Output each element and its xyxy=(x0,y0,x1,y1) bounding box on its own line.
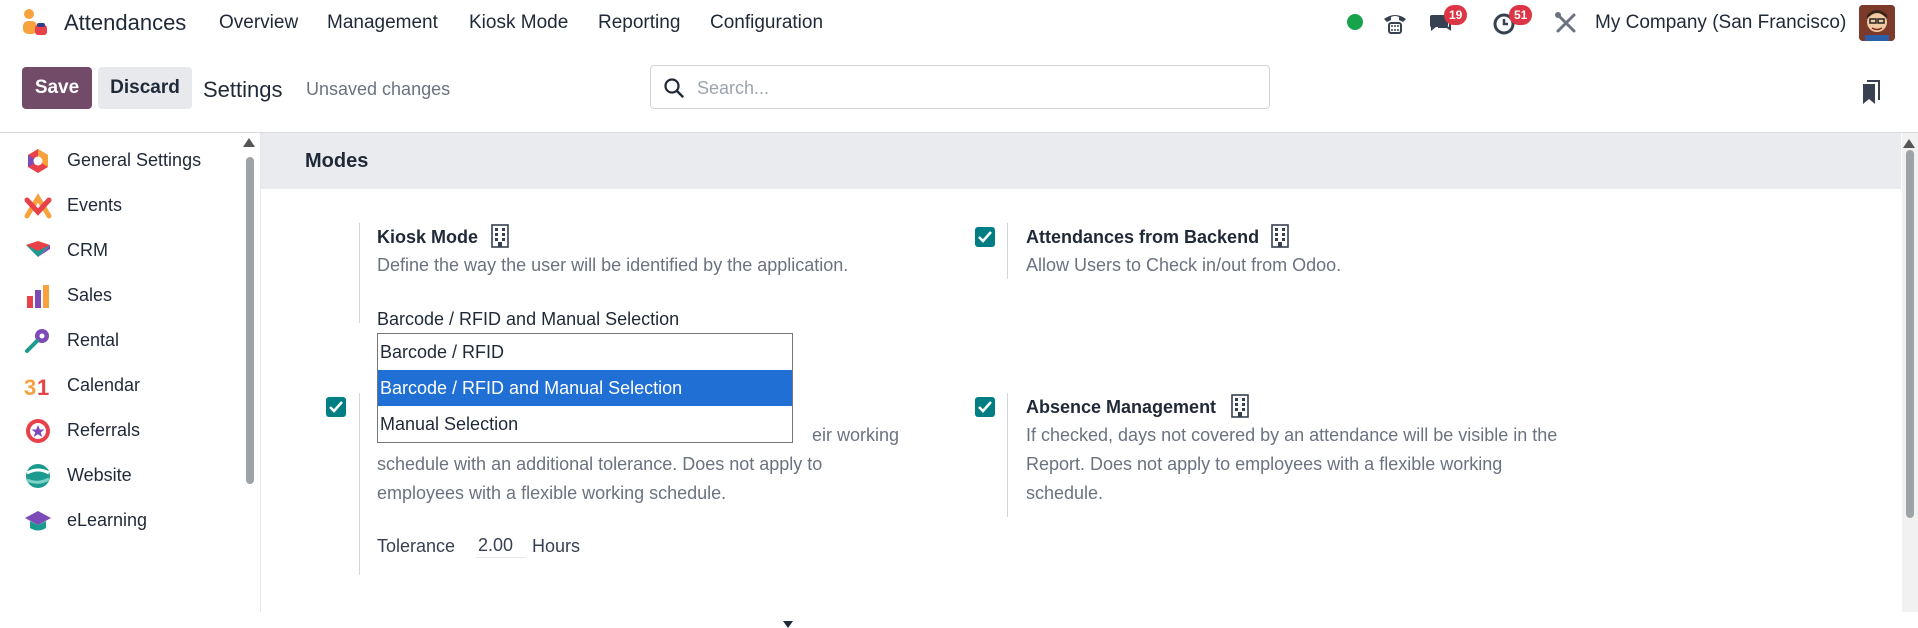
sidebar-item-label: Events xyxy=(67,195,123,215)
sidebar-item-label: Rental xyxy=(67,330,120,350)
menu-overview[interactable]: Overview xyxy=(219,12,298,34)
activities-badge: 51 xyxy=(1509,5,1533,25)
sidebar-item-referrals[interactable]: Referrals xyxy=(0,409,240,453)
tools-icon[interactable] xyxy=(1552,9,1580,37)
sidebar-item-rental[interactable]: Rental xyxy=(0,319,240,363)
messages-badge: 19 xyxy=(1444,5,1468,25)
referrals-icon xyxy=(26,419,50,443)
menu-configuration[interactable]: Configuration xyxy=(710,12,823,34)
tolerance-input[interactable] xyxy=(476,534,526,558)
sidebar-item-label: CRM xyxy=(67,240,108,260)
absence-management-description: If checked, days not covered by an atten… xyxy=(1026,425,1558,503)
setting-divider xyxy=(359,223,360,323)
kiosk-mode-title: Kiosk Mode xyxy=(377,227,479,247)
sidebar-item-sales[interactable]: Sales xyxy=(0,274,240,318)
setting-divider xyxy=(359,393,360,575)
events-icon xyxy=(24,193,52,219)
company-building-icon xyxy=(1271,224,1289,248)
app-name[interactable]: Attendances xyxy=(64,10,186,36)
website-icon xyxy=(26,464,50,488)
sidebar-item-crm[interactable]: CRM xyxy=(0,229,240,273)
rental-icon xyxy=(25,329,49,353)
extra-hours-checkbox[interactable] xyxy=(326,397,346,417)
sidebar-item-website[interactable]: Website xyxy=(0,454,240,498)
menu-management[interactable]: Management xyxy=(327,12,438,34)
sidebar-item-calendar[interactable]: 3 1 Calendar xyxy=(0,364,240,408)
crm-icon xyxy=(26,241,50,257)
attendances-backend-title: Attendances from Backend xyxy=(1026,227,1260,247)
search-icon xyxy=(664,78,684,98)
page-title: Settings xyxy=(203,77,283,102)
absence-management-checkbox[interactable] xyxy=(975,397,995,417)
company-building-icon xyxy=(491,224,509,248)
chevron-down-icon xyxy=(783,621,793,628)
option-barcode-rfid[interactable]: Barcode / RFID xyxy=(378,334,792,370)
sidebar-item-events[interactable]: Events xyxy=(0,184,240,228)
sidebar-item-elearning[interactable]: eLearning xyxy=(0,499,240,543)
settings-sidebar: General Settings Events CRM Sales Rental xyxy=(0,133,261,612)
search-input[interactable] xyxy=(695,75,1259,101)
tolerance-label: Tolerance xyxy=(377,536,456,556)
search-box[interactable] xyxy=(650,65,1270,109)
attendances-backend-description: Allow Users to Check in/out from Odoo. xyxy=(1026,255,1342,275)
phone-icon[interactable] xyxy=(1381,9,1409,37)
extra-hours-description-partial: eir working xyxy=(812,425,900,445)
section-header: Modes xyxy=(261,133,1901,189)
option-barcode-rfid-manual[interactable]: Barcode / RFID and Manual Selection xyxy=(378,370,792,406)
sidebar-scrollbar-thumb[interactable] xyxy=(246,157,254,484)
menu-reporting[interactable]: Reporting xyxy=(598,12,680,34)
extra-hours-description: schedule with an additional tolerance. D… xyxy=(377,454,823,503)
general-settings-icon xyxy=(28,149,48,173)
menu-kiosk-mode[interactable]: Kiosk Mode xyxy=(469,12,568,34)
control-panel: Save Discard Settings Unsaved changes xyxy=(0,46,1918,133)
attendances-app-icon[interactable] xyxy=(20,8,50,38)
sidebar-item-label: Sales xyxy=(67,285,113,305)
elearning-icon xyxy=(25,511,51,531)
sidebar-item-general-settings[interactable]: General Settings xyxy=(0,139,240,183)
company-building-icon xyxy=(1231,394,1249,418)
main-scrollbar-thumb[interactable] xyxy=(1906,150,1914,518)
sidebar-item-label: eLearning xyxy=(67,510,148,530)
absence-management-title: Absence Management xyxy=(1026,397,1217,417)
sidebar-item-label: Referrals xyxy=(67,420,141,440)
kiosk-mode-description: Define the way the user will be identifi… xyxy=(377,255,849,275)
setting-divider xyxy=(1007,393,1008,517)
option-manual-selection[interactable]: Manual Selection xyxy=(378,406,792,442)
save-button[interactable]: Save xyxy=(22,67,92,109)
bookmark-icon[interactable] xyxy=(1860,80,1882,106)
kiosk-mode-selected-value: Barcode / RFID and Manual Selection xyxy=(377,309,680,329)
sidebar-item-label: Website xyxy=(67,465,132,485)
svg-text:3: 3 xyxy=(24,375,36,400)
main-scroll-up-arrow[interactable] xyxy=(1903,139,1915,148)
tolerance-unit: Hours xyxy=(532,536,581,556)
kiosk-mode-select[interactable]: Barcode / RFID and Manual Selection xyxy=(377,307,793,628)
sales-icon xyxy=(27,285,49,308)
sidebar-item-label: General Settings xyxy=(67,150,202,170)
presence-status-dot[interactable] xyxy=(1347,14,1363,30)
discard-button[interactable]: Discard xyxy=(98,67,192,109)
calendar-icon: 3 1 xyxy=(24,375,49,400)
sidebar-item-label: Calendar xyxy=(67,375,141,395)
top-navbar: Attendances Overview Management Kiosk Mo… xyxy=(0,0,1918,46)
sidebar-scroll-up-arrow[interactable] xyxy=(243,138,255,147)
unsaved-changes-indicator: Unsaved changes xyxy=(306,79,451,99)
section-title: Modes xyxy=(305,150,369,172)
svg-text:1: 1 xyxy=(37,375,49,400)
backend-checkbox[interactable] xyxy=(975,227,995,247)
setting-divider xyxy=(1007,223,1008,279)
user-avatar[interactable] xyxy=(1859,5,1895,41)
kiosk-mode-dropdown: Barcode / RFID Barcode / RFID and Manual… xyxy=(377,333,793,443)
company-switcher[interactable]: My Company (San Francisco) xyxy=(1595,12,1846,34)
